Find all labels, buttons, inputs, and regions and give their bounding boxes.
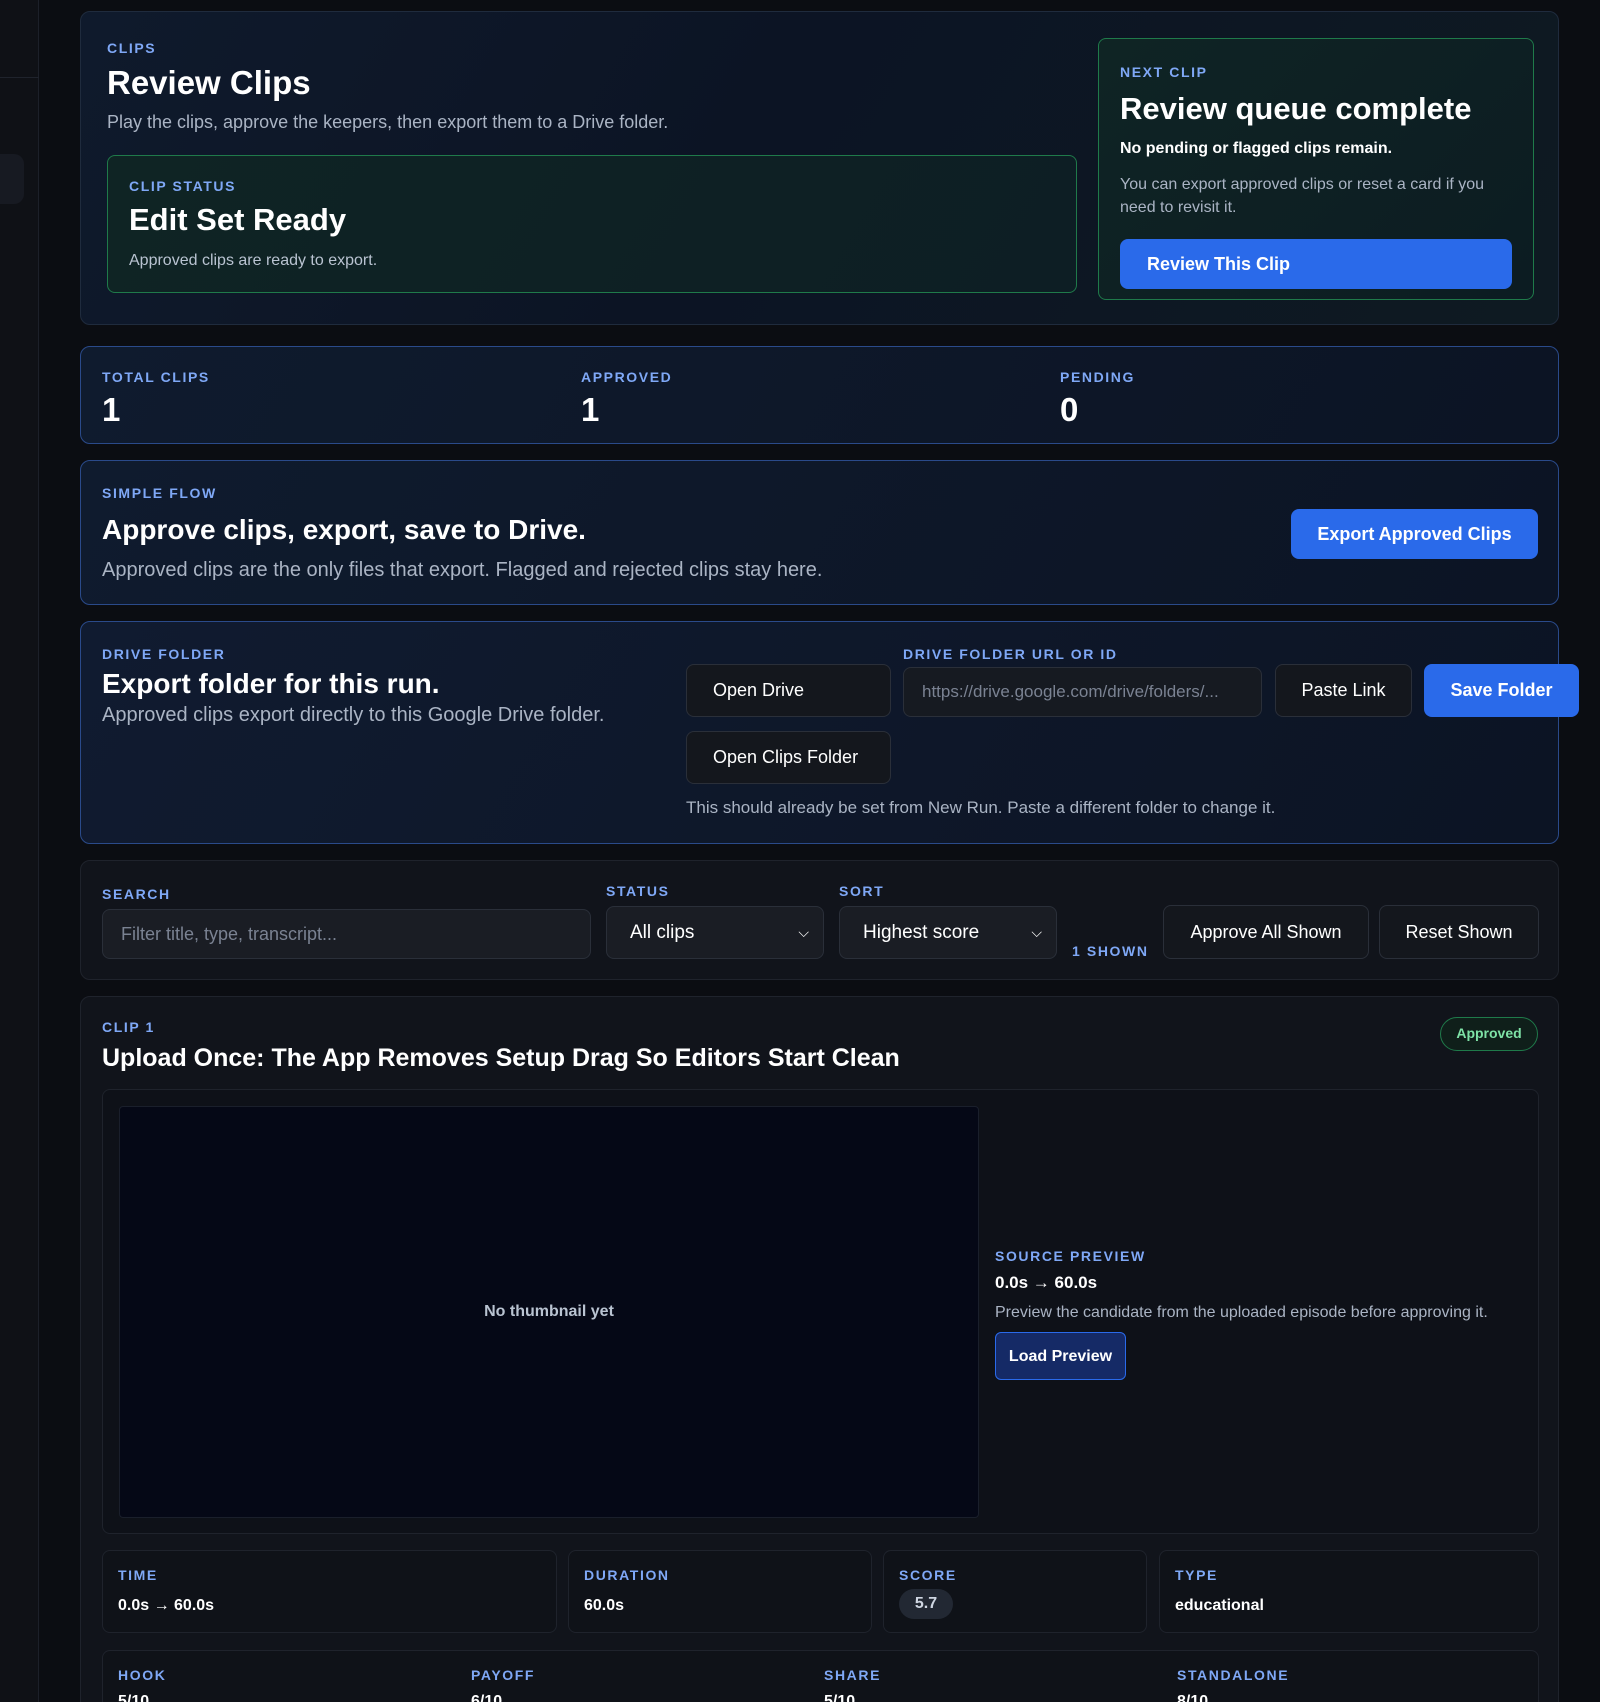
- stat-total-clips: TOTAL CLIPS 1: [102, 369, 210, 429]
- status-label: STATUS: [606, 883, 670, 899]
- load-preview-button[interactable]: Load Preview: [995, 1332, 1126, 1380]
- source-preview-range: 0.0s → 60.0s: [995, 1273, 1098, 1292]
- shown-count: 1 SHOWN: [1072, 943, 1149, 959]
- next-clip-eyebrow: NEXT CLIP: [1120, 64, 1208, 80]
- review-clips-header: CLIPS Review Clips Play the clips, appro…: [80, 11, 1559, 325]
- clip-status-title: Edit Set Ready: [129, 202, 347, 237]
- score-label: HOOK: [118, 1667, 167, 1683]
- meta-time: TIME 0.0s → 60.0s: [102, 1550, 557, 1633]
- sort-select-value: Highest score: [863, 922, 980, 943]
- status-select[interactable]: All clips ⌵: [606, 906, 824, 959]
- chevron-down-icon: ⌵: [1031, 924, 1042, 940]
- clip-thumbnail: No thumbnail yet: [119, 1106, 979, 1518]
- clip-status-eyebrow: CLIP STATUS: [129, 178, 237, 194]
- clip-status-card: CLIP STATUS Edit Set Ready Approved clip…: [107, 155, 1077, 293]
- source-preview-eyebrow: SOURCE PREVIEW: [995, 1248, 1146, 1264]
- meta-label: DURATION: [584, 1567, 670, 1583]
- clip-card: CLIP 1 Upload Once: The App Removes Setu…: [80, 996, 1559, 1702]
- stat-label: TOTAL CLIPS: [102, 369, 210, 385]
- simple-flow-subtitle: Approved clips are the only files that e…: [102, 559, 823, 581]
- simple-flow-eyebrow: SIMPLE FLOW: [102, 485, 217, 501]
- drive-folder-title: Export folder for this run.: [102, 668, 440, 699]
- drive-folder-subtitle: Approved clips export directly to this G…: [102, 704, 605, 726]
- score-value: 6/10: [471, 1693, 503, 1702]
- thumbnail-placeholder-text: No thumbnail yet: [484, 1303, 614, 1320]
- clip-number: CLIP 1: [102, 1019, 155, 1035]
- clip-preview-area: No thumbnail yet SOURCE PREVIEW 0.0s → 6…: [102, 1089, 1539, 1534]
- stat-approved: APPROVED 1: [581, 369, 672, 429]
- clip-status-text: Approved clips are ready to export.: [129, 252, 378, 269]
- score-share: SHARE 5/10: [824, 1667, 881, 1702]
- sort-select[interactable]: Highest score ⌵: [839, 906, 1057, 959]
- meta-value: 60.0s: [584, 1597, 625, 1614]
- score-label: SHARE: [824, 1667, 882, 1683]
- search-input[interactable]: [102, 909, 591, 959]
- score-standalone: STANDALONE 8/10: [1177, 1667, 1289, 1702]
- drive-folder-eyebrow: DRIVE FOLDER: [102, 646, 226, 662]
- page-subtitle: Play the clips, approve the keepers, the…: [107, 112, 669, 132]
- score-pill: 5.7: [899, 1589, 953, 1619]
- reset-shown-button[interactable]: Reset Shown: [1379, 905, 1539, 959]
- score-hook: HOOK 5/10: [118, 1667, 166, 1702]
- stat-pending: PENDING 0: [1060, 369, 1135, 429]
- meta-label: SCORE: [899, 1567, 957, 1583]
- status-select-value: All clips: [630, 922, 695, 943]
- drive-folder-panel: DRIVE FOLDER Export folder for this run.…: [80, 621, 1579, 844]
- export-approved-clips-button[interactable]: Export Approved Clips: [1291, 509, 1538, 559]
- simple-flow-panel: SIMPLE FLOW Approve clips, export, save …: [80, 460, 1559, 605]
- clip-score-breakdown: HOOK 5/10 PAYOFF 6/10 SHARE 5/10 STANDAL…: [102, 1650, 1539, 1702]
- meta-type: TYPE educational: [1159, 1550, 1539, 1633]
- status-badge: Approved: [1440, 1017, 1538, 1051]
- meta-value: educational: [1175, 1597, 1264, 1614]
- paste-link-button[interactable]: Paste Link: [1275, 664, 1412, 717]
- source-preview: SOURCE PREVIEW 0.0s → 60.0s Preview the …: [995, 1248, 1515, 1380]
- drive-url-label: DRIVE FOLDER URL OR ID: [903, 646, 1118, 662]
- score-payoff: PAYOFF 6/10: [471, 1667, 535, 1702]
- next-clip-description: You can export approved clips or reset a…: [1120, 176, 1485, 216]
- score-value: 5/10: [824, 1693, 856, 1702]
- approve-all-shown-button[interactable]: Approve All Shown: [1163, 905, 1369, 959]
- meta-value: 0.0s → 60.0s: [118, 1597, 215, 1614]
- sort-label: SORT: [839, 883, 885, 899]
- open-drive-button[interactable]: Open Drive: [686, 664, 891, 717]
- page-title: Review Clips: [107, 64, 311, 101]
- clip-stats: TOTAL CLIPS 1 APPROVED 1 PENDING 0: [80, 346, 1559, 444]
- sidebar-active-item[interactable]: [0, 154, 24, 204]
- score-value: 5/10: [118, 1693, 150, 1702]
- next-clip-title: Review queue complete: [1120, 91, 1472, 126]
- stat-label: PENDING: [1060, 369, 1135, 385]
- section-eyebrow: CLIPS: [107, 40, 157, 56]
- meta-score: SCORE 5.7: [883, 1550, 1147, 1633]
- review-this-clip-button[interactable]: Review This Clip: [1120, 239, 1512, 289]
- open-clips-folder-button[interactable]: Open Clips Folder: [686, 731, 891, 784]
- stat-value: 0: [1060, 391, 1079, 428]
- score-label: STANDALONE: [1177, 1667, 1290, 1683]
- source-preview-description: Preview the candidate from the uploaded …: [995, 1304, 1488, 1321]
- clip-title: Upload Once: The App Removes Setup Drag …: [102, 1044, 900, 1072]
- clip-filter-bar: SEARCH STATUS All clips ⌵ SORT Highest s…: [80, 860, 1559, 980]
- score-label: PAYOFF: [471, 1667, 536, 1683]
- meta-duration: DURATION 60.0s: [568, 1550, 872, 1633]
- drive-folder-url-input[interactable]: [903, 667, 1262, 717]
- meta-label: TIME: [118, 1567, 158, 1583]
- chevron-down-icon: ⌵: [798, 924, 809, 940]
- stat-value: 1: [102, 391, 121, 428]
- meta-label: TYPE: [1175, 1567, 1218, 1583]
- sidebar-divider: [0, 77, 39, 78]
- search-label: SEARCH: [102, 886, 171, 902]
- stat-value: 1: [581, 391, 600, 428]
- score-value: 8/10: [1177, 1693, 1209, 1702]
- simple-flow-title: Approve clips, export, save to Drive.: [102, 514, 586, 545]
- stat-label: APPROVED: [581, 369, 673, 385]
- sidebar: [0, 0, 39, 1702]
- next-clip-card: NEXT CLIP Review queue complete No pendi…: [1098, 38, 1534, 300]
- drive-folder-note: This should already be set from New Run.…: [686, 798, 1276, 817]
- next-clip-message: No pending or flagged clips remain.: [1120, 140, 1393, 157]
- save-folder-button[interactable]: Save Folder: [1424, 664, 1579, 717]
